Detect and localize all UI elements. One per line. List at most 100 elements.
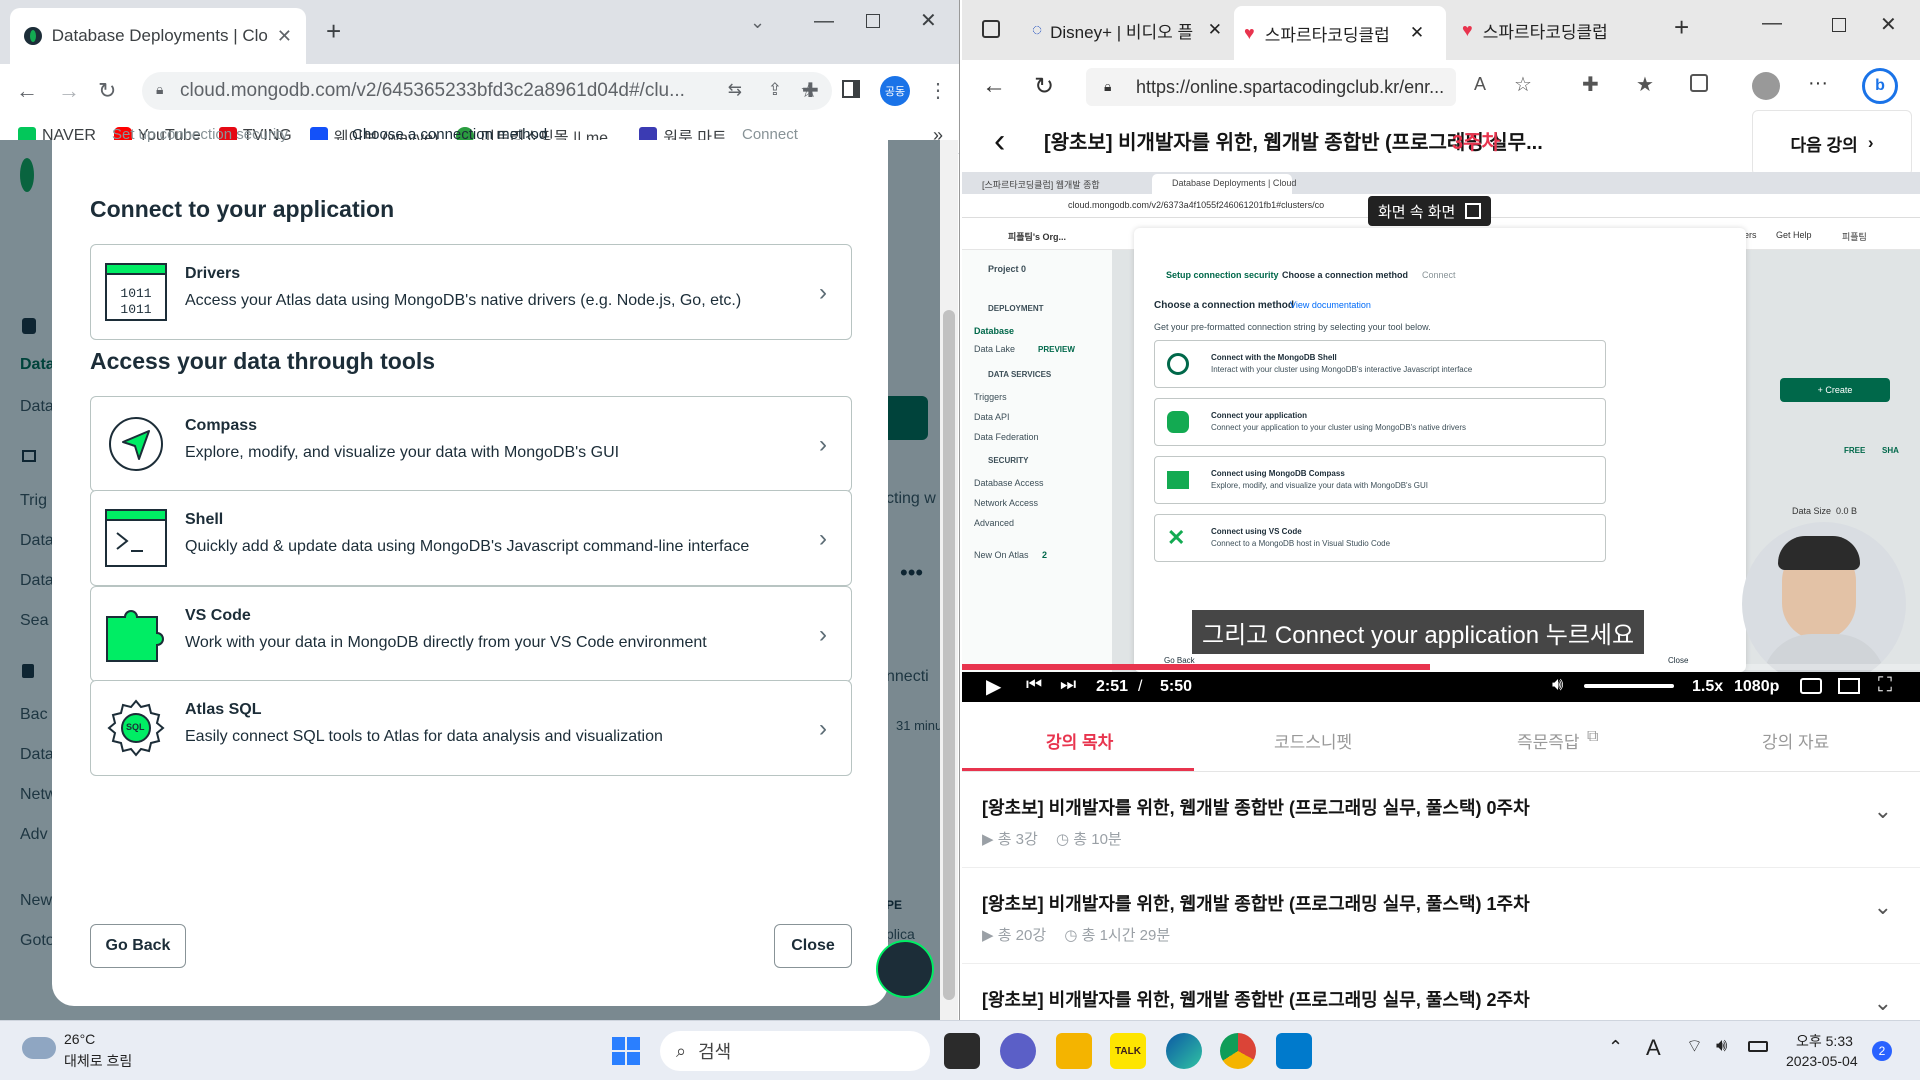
play-icon[interactable]: ▶ <box>986 674 1001 699</box>
edge-menu-icon[interactable]: ··· <box>1808 72 1828 95</box>
task-view-icon[interactable] <box>944 1033 980 1069</box>
windows-taskbar: 26°C 대체로 흐림 ⌕ 검색 TALK ⌃ A ⌔ 🔊︎ 오후 5:33 2… <box>0 1020 1920 1080</box>
vscode-card[interactable]: VS Code Work with your data in MongoDB d… <box>90 586 852 682</box>
clock-date[interactable]: 2023-05-04 <box>1786 1053 1858 1069</box>
start-icon[interactable] <box>612 1037 640 1065</box>
chevron-down-icon[interactable]: ⌄ <box>1874 894 1892 920</box>
tab-materials[interactable]: 강의 자료 <box>1762 728 1829 753</box>
chat-support-icon[interactable] <box>876 940 934 998</box>
tab-spartacoding-active[interactable]: ♥ 스파르타코딩클럽 ✕ <box>1234 6 1446 60</box>
extensions-icon[interactable]: ✚ <box>802 78 819 103</box>
close-window-icon[interactable]: ✕ <box>920 8 937 33</box>
input-method-icon[interactable]: A <box>1646 1035 1661 1061</box>
tab-disney[interactable]: ◌ Disney+ | 비디오 플 ✕ <box>1022 10 1232 50</box>
compass-card[interactable]: Compass Explore, modify, and visualize y… <box>90 396 852 492</box>
kakaotalk-icon[interactable]: TALK <box>1110 1033 1146 1069</box>
side-panel-icon[interactable] <box>842 80 860 98</box>
forward-icon[interactable]: → <box>58 78 80 104</box>
reload-icon[interactable]: ↻ <box>98 78 116 104</box>
close-tab-icon[interactable]: ✕ <box>1410 23 1424 43</box>
week-item[interactable]: [왕초보] 비개발자를 위한, 웹개발 종합반 (프로그래밍 실무, 풀스택) … <box>962 772 1920 868</box>
tab-actions-icon[interactable] <box>982 20 1000 38</box>
battery-icon[interactable] <box>1748 1041 1768 1052</box>
chevron-down-icon[interactable]: ⌄ <box>1874 798 1892 824</box>
next-lecture-button[interactable]: 다음 강의 › <box>1752 110 1912 176</box>
week-item[interactable]: [왕초보] 비개발자를 위한, 웹개발 종합반 (프로그래밍 실무, 풀스택) … <box>962 964 1920 1020</box>
drivers-card[interactable]: 1011 1011 Drivers Access your Atlas data … <box>90 244 852 340</box>
maximize-icon[interactable] <box>1832 18 1846 32</box>
read-aloud-icon[interactable]: A <box>1474 74 1486 95</box>
back-icon[interactable]: ← <box>982 72 1006 100</box>
reload-icon[interactable]: ↻ <box>1034 72 1054 101</box>
fullscreen-icon[interactable]: ⛶ <box>1878 674 1892 697</box>
vscode-icon[interactable] <box>1276 1033 1312 1069</box>
tab-qna[interactable]: 즉문즉답 <box>1517 728 1580 753</box>
taskbar-search[interactable]: ⌕ 검색 <box>660 1031 930 1071</box>
close-window-icon[interactable]: ✕ <box>1880 12 1897 37</box>
share-icon[interactable]: ⇪ <box>768 80 782 100</box>
pip-label: 화면 속 화면 <box>1378 203 1456 221</box>
address-bar[interactable]: 🔒︎ https://online.spartacodingclub.kr/en… <box>1086 68 1456 106</box>
chrome-menu-icon[interactable]: ⋮ <box>928 78 948 103</box>
weather-desc: 대체로 흐림 <box>64 1053 133 1069</box>
profile-avatar[interactable] <box>1752 72 1780 100</box>
minimize-icon[interactable]: — <box>1762 12 1782 35</box>
inner-org: 피플팀's Org... <box>1008 232 1066 242</box>
section-title-tools: Access your data through tools <box>90 348 436 374</box>
notification-badge[interactable]: 2 <box>1872 1041 1892 1061</box>
volume-slider[interactable] <box>1584 684 1674 688</box>
close-tab-icon[interactable]: ✕ <box>1208 20 1222 40</box>
inner-option-desc: Explore, modify, and visualize your data… <box>1211 481 1429 490</box>
address-bar[interactable]: 🔒︎ cloud.mongodb.com/v2/645365233bfd3c2a… <box>142 72 832 110</box>
go-back-button[interactable]: Go Back <box>90 924 186 968</box>
week-item[interactable]: [왕초보] 비개발자를 위한, 웹개발 종합반 (프로그래밍 실무, 풀스택) … <box>962 868 1920 964</box>
close-button[interactable]: Close <box>774 924 852 968</box>
time-current: 2:51 <box>1096 678 1129 695</box>
inner-tabstrip: [스파르타코딩클럽] 웹개발 종합 Database Deployments |… <box>962 172 1920 194</box>
maximize-icon[interactable] <box>866 14 880 28</box>
chevron-down-icon[interactable]: ⌄ <box>1874 990 1892 1016</box>
atlas-sql-card[interactable]: SQL Atlas SQL Easily connect SQL tools t… <box>90 680 852 776</box>
tab-toc[interactable]: 강의 목차 <box>1046 728 1113 753</box>
pip-button-icon[interactable] <box>1838 678 1860 694</box>
card-title: Compass <box>185 417 258 434</box>
tray-chevron-icon[interactable]: ⌃ <box>1608 1037 1623 1058</box>
minimize-icon[interactable]: — <box>814 10 834 33</box>
favorites-add-icon[interactable]: ☆ <box>1514 72 1532 97</box>
close-tab-icon[interactable]: ✕ <box>277 26 292 47</box>
back-chevron-icon[interactable]: ‹ <box>994 122 1005 161</box>
tab-database-deployments[interactable]: Database Deployments | Cloud: ✕ <box>10 8 306 64</box>
page-scrollbar[interactable] <box>940 140 958 1020</box>
playback-speed[interactable]: 1.5x <box>1692 678 1723 696</box>
new-tab-icon[interactable]: + <box>326 16 341 47</box>
chrome-icon[interactable] <box>1220 1033 1256 1069</box>
chevron-right-icon: › <box>819 621 827 648</box>
new-tab-icon[interactable]: + <box>1674 12 1689 43</box>
shell-card[interactable]: Shell Quickly add & update data using Mo… <box>90 490 852 586</box>
video-player[interactable]: [스파르타코딩클럽] 웹개발 종합 Database Deployments |… <box>962 172 1920 702</box>
card-description: Explore, modify, and visualize your data… <box>185 444 620 461</box>
tab-search-icon[interactable]: ⌄ <box>750 12 765 33</box>
edge-icon[interactable] <box>1166 1033 1202 1069</box>
translate-icon[interactable]: ⇆ <box>728 80 742 100</box>
previous-icon[interactable]: ⏮ <box>1026 674 1042 695</box>
teams-chat-icon[interactable] <box>1000 1033 1036 1069</box>
volume-icon[interactable]: 🔊︎ <box>1552 674 1563 695</box>
volume-icon[interactable]: 🔊︎ <box>1716 1035 1727 1056</box>
favorites-icon[interactable]: ★ <box>1636 72 1654 97</box>
file-explorer-icon[interactable] <box>1056 1033 1092 1069</box>
profile-avatar[interactable]: 공동 <box>880 76 910 106</box>
clock-time[interactable]: 오후 5:33 <box>1796 1031 1853 1051</box>
collections-icon[interactable] <box>1690 74 1708 92</box>
wifi-icon[interactable]: ⌔ <box>1686 1035 1703 1058</box>
presenter-webcam <box>1742 522 1906 672</box>
inner-nav: SECURITY <box>988 456 1029 465</box>
quality-selector[interactable]: 1080p <box>1734 678 1779 696</box>
extensions-icon[interactable]: ✚ <box>1582 72 1599 97</box>
next-icon[interactable]: ⏭ <box>1060 674 1076 695</box>
captions-icon[interactable] <box>1800 678 1822 694</box>
bing-copilot-icon[interactable]: b <box>1862 68 1898 104</box>
back-icon[interactable]: ← <box>16 78 38 104</box>
tab-code-snippet[interactable]: 코드스니펫 <box>1274 728 1352 753</box>
tab-spartacoding[interactable]: ♥ 스파르타코딩클럽 <box>1452 10 1652 50</box>
